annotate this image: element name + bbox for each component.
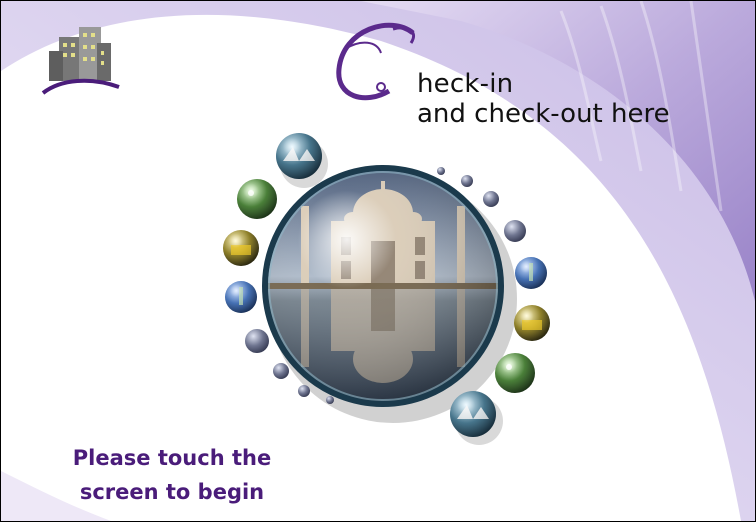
opera-house-thumb — [450, 391, 503, 445]
taxi-thumb — [223, 230, 259, 266]
opera-house-thumb — [276, 133, 328, 188]
kiosk-screen[interactable]: C heck-in and check-out here — [0, 0, 756, 522]
statue-of-liberty-thumb — [225, 281, 257, 313]
night-scene-thumb — [495, 353, 535, 393]
touch-prompt: Please touch the screen to begin — [57, 441, 287, 509]
statue-of-liberty-thumb — [515, 257, 547, 289]
night-scene-thumb — [237, 179, 277, 219]
touch-prompt-line-1: Please touch the — [72, 446, 272, 470]
taxi-thumb — [514, 305, 550, 341]
touch-prompt-line-2: screen to begin — [79, 480, 265, 504]
